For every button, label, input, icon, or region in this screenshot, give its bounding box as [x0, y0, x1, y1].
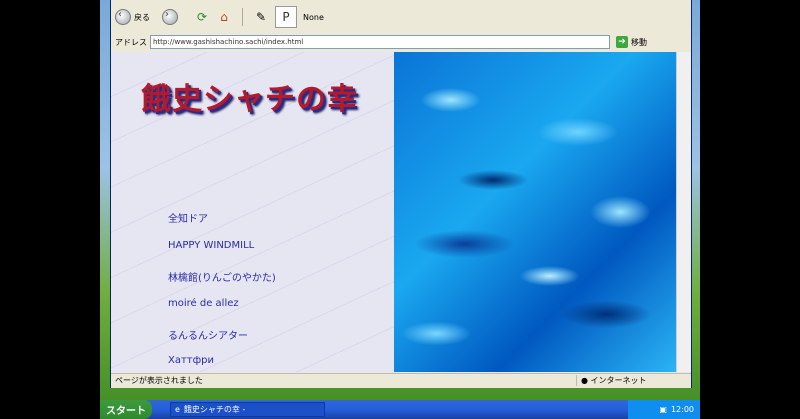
back-button[interactable]: ‹ 戻る	[115, 9, 150, 25]
link-item[interactable]: 全知ドア	[168, 210, 208, 225]
ie-icon: e	[175, 405, 180, 414]
back-label: 戻る	[134, 12, 150, 22]
go-arrow-icon: ➔	[616, 36, 628, 48]
forward-button[interactable]: ›	[162, 9, 178, 25]
address-label: アドレス	[115, 37, 147, 47]
water-image	[394, 52, 677, 372]
link-item[interactable]: るんるんシアター	[168, 327, 248, 342]
link-item[interactable]: HAPPY WINDMILL	[168, 240, 254, 251]
globe-icon: ●	[581, 376, 588, 385]
taskbar: スタート e 餓史シャチの幸 - ▣ 12:00	[100, 400, 700, 419]
clock: 12:00	[670, 405, 694, 414]
url-text: http://www.gashishachino.sachi/index.htm…	[153, 38, 304, 46]
link-item[interactable]: 林檎館(りんごのやかた)	[168, 269, 276, 284]
link-item[interactable]: moiré de allez	[168, 298, 239, 309]
taskbar-item[interactable]: e 餓史シャチの幸 -	[170, 402, 325, 417]
status-bar: ページが表示されました ● インターネット	[111, 373, 691, 387]
toolbar-separator	[242, 8, 243, 26]
home-icon[interactable]: ⌂	[216, 9, 232, 25]
left-pane: 餓史シャチの幸 全知ドア HAPPY WINDMILL 林檎館(りんごのやかた)…	[111, 52, 394, 372]
page-title: 餓史シャチの幸	[141, 82, 358, 117]
go-button[interactable]: ➔ 移動	[616, 36, 647, 48]
p-icon[interactable]: P	[275, 6, 297, 28]
scrollbar[interactable]	[676, 52, 691, 372]
zone-label: インターネット	[590, 376, 647, 385]
tray-icon[interactable]: ▣	[659, 405, 667, 414]
back-arrow-icon: ‹	[115, 9, 131, 25]
page-content: 餓史シャチの幸 全知ドア HAPPY WINDMILL 林檎館(りんごのやかた)…	[111, 52, 691, 372]
pen-icon[interactable]: ✎	[253, 9, 269, 25]
taskbar-item-label: 餓史シャチの幸 -	[183, 405, 246, 414]
status-text: ページが表示されました	[115, 376, 203, 385]
address-bar: アドレス http://www.gashishachino.sachi/inde…	[111, 33, 691, 51]
system-tray: ▣ 12:00	[628, 400, 700, 419]
go-label: 移動	[631, 37, 647, 47]
browser-window: ‹ 戻る › ⟳ ⌂ ✎ P None アドレス http://www.gash…	[110, 0, 692, 388]
zone-indicator: ● インターネット	[576, 375, 691, 386]
forward-arrow-icon: ›	[162, 9, 178, 25]
start-label: スタート	[106, 406, 146, 417]
address-input[interactable]: http://www.gashishachino.sachi/index.htm…	[150, 35, 610, 49]
link-item[interactable]: Хаттфри	[168, 355, 214, 366]
toolbar: ‹ 戻る › ⟳ ⌂ ✎ P None	[111, 3, 691, 31]
refresh-icon[interactable]: ⟳	[194, 9, 210, 25]
desktop: ‹ 戻る › ⟳ ⌂ ✎ P None アドレス http://www.gash…	[100, 0, 700, 419]
none-label: None	[303, 12, 324, 22]
start-button[interactable]: スタート	[100, 400, 152, 419]
